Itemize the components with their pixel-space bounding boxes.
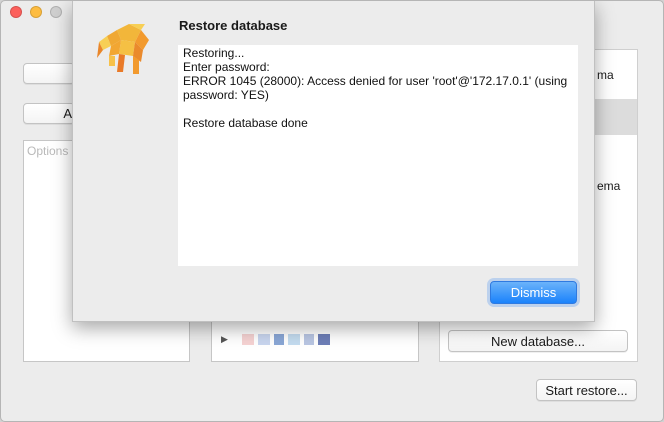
start-restore-button-label: Start restore... — [545, 382, 628, 398]
selected-schema-row[interactable] — [595, 99, 637, 135]
elephant-logo-icon — [97, 24, 149, 74]
log-line: ERROR 1045 (28000): Access denied for us… — [183, 74, 568, 88]
restore-database-sheet: Restore database Restoring... Enter passw… — [72, 1, 595, 322]
blurred-label-part — [317, 334, 330, 345]
log-line: Restoring... — [183, 46, 245, 60]
blurred-label-part — [257, 334, 270, 345]
zoom-window-button[interactable] — [50, 6, 62, 18]
schema-item-partial[interactable]: ma — [597, 68, 614, 82]
schema-item-partial[interactable]: ema — [597, 179, 620, 193]
dismiss-button[interactable]: Dismiss — [490, 281, 577, 304]
close-window-button[interactable] — [10, 6, 22, 18]
restore-window: A Options ▶ ma ema New database... Start… — [0, 0, 664, 422]
blurred-label-part — [303, 334, 314, 345]
left-top-button[interactable] — [23, 63, 75, 84]
blurred-label-part — [273, 334, 284, 345]
restore-log-textarea[interactable]: Restoring... Enter password: ERROR 1045 (2… — [178, 45, 578, 266]
blurred-label-part — [287, 334, 300, 345]
sheet-title: Restore database — [179, 18, 288, 33]
blurred-label-part — [241, 334, 254, 345]
tree-row[interactable]: ▶ — [221, 334, 330, 345]
log-line: Enter password: — [183, 60, 270, 74]
start-restore-button[interactable]: Start restore... — [536, 379, 637, 401]
dismiss-button-label: Dismiss — [510, 285, 557, 300]
new-database-button-label: New database... — [491, 333, 585, 349]
disclosure-triangle-icon[interactable]: ▶ — [221, 334, 228, 345]
log-line: password: YES) — [183, 88, 269, 102]
left-second-button-label: A — [63, 106, 72, 121]
log-line: Restore database done — [183, 116, 308, 130]
left-second-button[interactable]: A — [23, 103, 75, 124]
options-placeholder: Options — [27, 144, 69, 158]
traffic-lights — [10, 6, 62, 18]
new-database-button[interactable]: New database... — [448, 330, 628, 352]
minimize-window-button[interactable] — [30, 6, 42, 18]
